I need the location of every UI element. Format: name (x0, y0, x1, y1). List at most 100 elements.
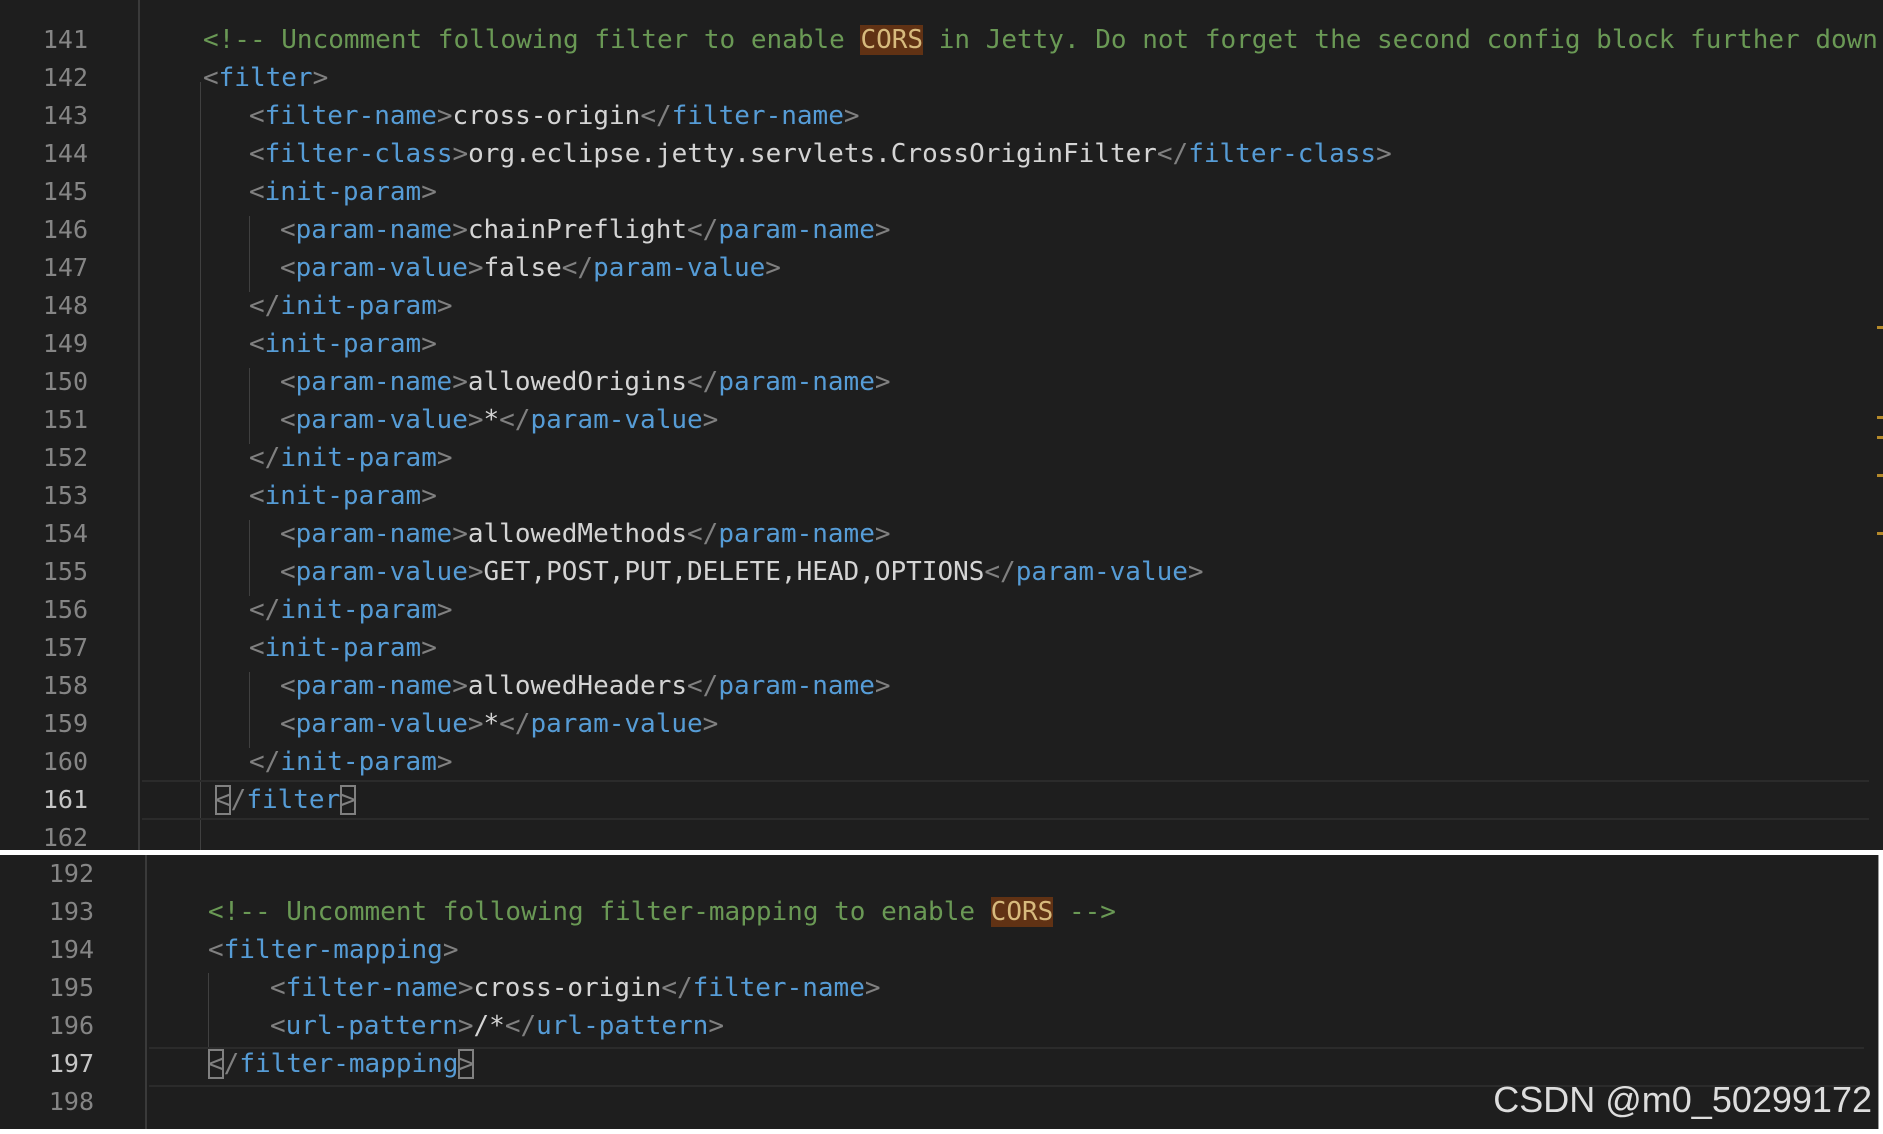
tag-token: param-value (530, 405, 703, 435)
code-line[interactable]: 162 (0, 819, 1883, 850)
code-text: <param-value>GET,POST,PUT,DELETE,HEAD,OP… (280, 553, 1204, 591)
code-line[interactable]: 195 <filter-name>cross-origin</filter-nam… (0, 969, 1878, 1007)
punct-token: < (280, 671, 296, 701)
line-number: 158 (42, 671, 88, 700)
code-line[interactable]: 142 <filter> (0, 59, 1883, 97)
editor-pane-top[interactable]: 140 141 <!-- Uncomment following filter t… (0, 0, 1883, 850)
line-number: 162 (42, 823, 88, 850)
punct-token: < (280, 709, 296, 739)
punct-token: < (280, 253, 296, 283)
editor-pane-bottom[interactable]: 192 193 <!-- Uncomment following filter-ma… (0, 855, 1879, 1129)
punct-token: < (280, 557, 296, 587)
code-line[interactable]: 197 </filter-mapping> (0, 1045, 1878, 1083)
line-number: 155 (42, 557, 88, 586)
line-number: 159 (42, 709, 88, 738)
code-line[interactable]: 145 <init-param> (0, 173, 1883, 211)
punct-token: > (467, 557, 484, 587)
code-text: </init-param> (249, 591, 453, 629)
tag-token: url-pattern (536, 1011, 709, 1041)
text-token: * (483, 405, 500, 435)
punct-token: </ (661, 973, 693, 1003)
tag-token: filter-name (285, 973, 458, 1003)
line-number: 154 (42, 519, 88, 548)
search-match-highlight: CORS (990, 897, 1054, 927)
punct-token: > (457, 1011, 474, 1041)
punct-token: </ (249, 747, 281, 777)
code-line[interactable]: 158 <param-name>allowedHeaders</param-nam… (0, 667, 1883, 705)
code-line[interactable]: 144 <filter-class>org.eclipse.jetty.servl… (0, 135, 1883, 173)
punct-token: > (765, 253, 781, 283)
code-text: <param-value>*</param-value> (280, 401, 718, 439)
punct-token: </ (984, 557, 1016, 587)
code-text: <filter> (203, 59, 328, 97)
code-line[interactable]: 159 <param-value>*</param-value> (0, 705, 1883, 743)
tag-token: init-param (264, 329, 422, 359)
line-number: 143 (42, 101, 88, 130)
punct-token: </ (504, 1011, 537, 1041)
comment-token: <!-- Uncomment following filter to enabl… (203, 25, 861, 55)
code-line[interactable]: 193 <!-- Uncomment following filter-mappi… (0, 893, 1878, 931)
punct-token: > (436, 291, 453, 321)
code-line[interactable]: 152 </init-param> (0, 439, 1883, 477)
tag-token: param-name (295, 671, 453, 701)
line-number: 193 (48, 897, 94, 926)
code-line[interactable]: 150 <param-name>allowedOrigins</param-nam… (0, 363, 1883, 401)
code-line[interactable]: 146 <param-name>chainPreflight</param-nam… (0, 211, 1883, 249)
punct-token: < (280, 519, 296, 549)
line-number: 153 (42, 481, 88, 510)
code-line[interactable]: 147 <param-value>false</param-value> (0, 249, 1883, 287)
tag-token: filter-name (264, 101, 437, 131)
code-line[interactable]: 149 <init-param> (0, 325, 1883, 363)
line-number: 156 (42, 595, 88, 624)
punct-token: < (249, 177, 265, 207)
line-number: 194 (48, 935, 94, 964)
code-line[interactable]: 194 <filter-mapping> (0, 931, 1878, 969)
line-number: 160 (42, 747, 88, 776)
tag-token: init-param (280, 291, 437, 321)
tag-token: init-param (264, 481, 422, 511)
code-line[interactable]: 141 <!-- Uncomment following filter to en… (0, 21, 1883, 59)
tag-token: filter-mapping (223, 935, 443, 965)
code-line[interactable]: 153 <init-param> (0, 477, 1883, 515)
punct-token: > (467, 253, 484, 283)
punct-token: < (249, 329, 265, 359)
line-number: 142 (42, 63, 88, 92)
code-line[interactable]: 157 <init-param> (0, 629, 1883, 667)
comment-token: <!-- Uncomment following filter-mapping … (208, 897, 991, 927)
code-line[interactable]: 148 </init-param> (0, 287, 1883, 325)
code-line[interactable]: 161 </filter> (0, 781, 1883, 819)
overview-ruler[interactable] (1875, 0, 1883, 850)
code-line[interactable]: 143 <filter-name>cross-origin</filter-nam… (0, 97, 1883, 135)
tag-token: url-pattern (285, 1011, 458, 1041)
punct-token: </ (640, 101, 672, 131)
line-number: 196 (48, 1011, 94, 1040)
code-text: </filter> (215, 781, 356, 819)
punct-token: </ (499, 709, 531, 739)
punct-token: / (230, 785, 247, 815)
code-line[interactable]: 160 </init-param> (0, 743, 1883, 781)
code-line[interactable]: 151 <param-value>*</param-value> (0, 401, 1883, 439)
code-line[interactable]: 155 <param-value>GET,POST,PUT,DELETE,HEAD… (0, 553, 1883, 591)
code-line[interactable]: 154 <param-name>allowedMethods</param-nam… (0, 515, 1883, 553)
line-number: 148 (42, 291, 88, 320)
line-number: 146 (42, 215, 88, 244)
code-text: <url-pattern>/*</url-pattern> (270, 1007, 724, 1045)
line-number: 195 (48, 973, 94, 1002)
code-line[interactable]: 196 <url-pattern>/*</url-pattern> (0, 1007, 1878, 1045)
tag-token: filter (218, 63, 313, 93)
line-number: 161 (42, 785, 88, 814)
tag-token: init-param (264, 177, 422, 207)
code-line[interactable]: 156 </init-param> (0, 591, 1883, 629)
text-token: * (483, 709, 500, 739)
line-number: 147 (42, 253, 88, 282)
line-number: 197 (48, 1049, 94, 1078)
punct-token: / (223, 1049, 240, 1079)
tag-token: param-value (295, 557, 468, 587)
tag-token: param-name (295, 367, 453, 397)
code-text: <!-- Uncomment following filter-mapping … (208, 893, 1116, 931)
text-token: cross-origin (452, 101, 641, 131)
tag-token: param-value (530, 709, 703, 739)
code-line[interactable]: 192 (0, 855, 1878, 893)
punct-token: </ (687, 215, 719, 245)
punct-token: > (467, 709, 484, 739)
